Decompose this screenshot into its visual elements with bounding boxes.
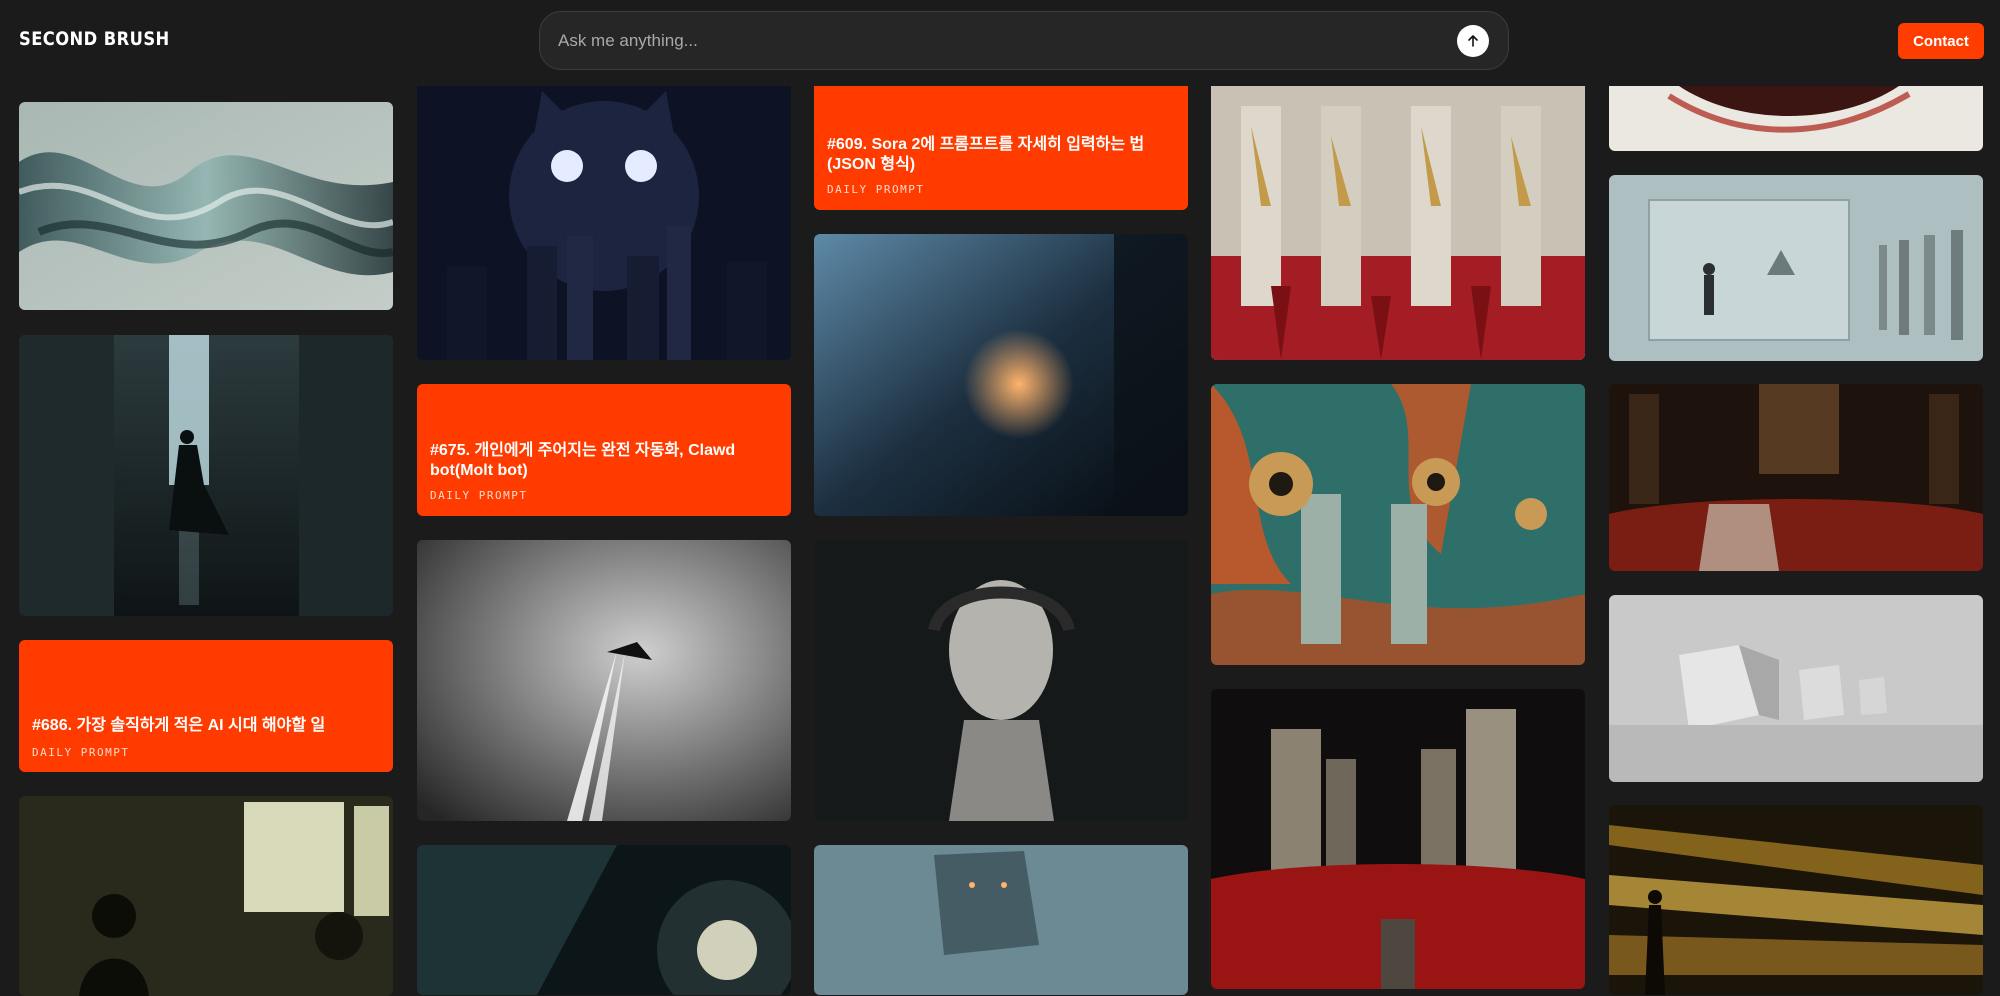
artwork-image xyxy=(1609,175,1983,361)
card-tag: DAILY PROMPT xyxy=(32,746,130,759)
artwork-image xyxy=(1211,86,1585,360)
gallery-card-window-silhouettes[interactable] xyxy=(19,796,393,996)
artwork-image xyxy=(1609,595,1983,782)
search-bar xyxy=(539,11,1509,70)
artwork-image xyxy=(417,86,791,360)
daily-prompt-card-609[interactable]: #609. Sora 2에 프롬프트를 자세히 입력하는 법 (JSON 형식)… xyxy=(814,86,1188,210)
gallery-card-seated-figure-hall[interactable] xyxy=(19,335,393,616)
gallery-card-cathedral-procession[interactable] xyxy=(1609,384,1983,571)
gallery-card-eye-closeup[interactable] xyxy=(1609,86,1983,151)
send-button[interactable] xyxy=(1457,25,1489,57)
gallery-card-space-debris[interactable] xyxy=(417,845,791,995)
artwork-image xyxy=(814,234,1188,516)
search-input[interactable] xyxy=(558,12,1438,69)
gallery-card-golden-light-rays[interactable] xyxy=(1609,805,1983,995)
artwork-image xyxy=(19,796,393,996)
artwork-image xyxy=(1211,689,1585,989)
artwork-image xyxy=(19,335,393,616)
artwork-image xyxy=(417,540,791,821)
daily-prompt-card-686[interactable]: #686. 가장 솔직하게 적은 AI 시대 해야할 일 DAILY PROMP… xyxy=(19,640,393,772)
card-tag: DAILY PROMPT xyxy=(430,489,528,502)
top-bar: SECOND BRUSH Contact xyxy=(0,0,2000,84)
artwork-image xyxy=(19,102,393,310)
gallery-card-melting-temple[interactable] xyxy=(1211,86,1585,360)
artwork-image xyxy=(417,845,791,995)
artwork-image xyxy=(1211,384,1585,665)
gallery-card-misty-monoliths[interactable] xyxy=(1609,595,1983,782)
artwork-image xyxy=(814,540,1188,821)
arrow-up-icon xyxy=(1468,35,1478,47)
gallery-card-horn-pillars[interactable] xyxy=(1211,384,1585,665)
contact-button[interactable]: Contact xyxy=(1898,23,1984,59)
artwork-image xyxy=(1609,805,1983,995)
gallery-card-glass-room-androids[interactable] xyxy=(1609,175,1983,361)
gallery-card-rainy-window[interactable] xyxy=(814,234,1188,516)
gallery-card-cat-city[interactable] xyxy=(417,86,791,360)
daily-prompt-card-675[interactable]: #675. 개인에게 주어지는 완전 자동화, Clawd bot(Molt b… xyxy=(417,384,791,516)
gallery-card-red-pilgrims[interactable] xyxy=(1211,689,1585,989)
card-tag: DAILY PROMPT xyxy=(827,183,925,196)
artwork-image xyxy=(814,845,1188,995)
site-logo[interactable]: SECOND BRUSH xyxy=(19,28,170,50)
gallery-card-wired-face[interactable] xyxy=(814,540,1188,821)
artwork-image xyxy=(1609,384,1983,571)
gallery-card-foggy-robot[interactable] xyxy=(814,845,1188,995)
card-title: #686. 가장 솔직하게 적은 AI 시대 해야할 일 xyxy=(32,717,326,734)
gallery-card-silk-wave[interactable] xyxy=(19,102,393,310)
card-title: #675. 개인에게 주어지는 완전 자동화, Clawd bot(Molt b… xyxy=(430,442,736,479)
card-title: #609. Sora 2에 프롬프트를 자세히 입력하는 법 (JSON 형식) xyxy=(827,136,1145,173)
gallery-card-jet-contrails[interactable] xyxy=(417,540,791,821)
artwork-image xyxy=(1609,86,1983,151)
